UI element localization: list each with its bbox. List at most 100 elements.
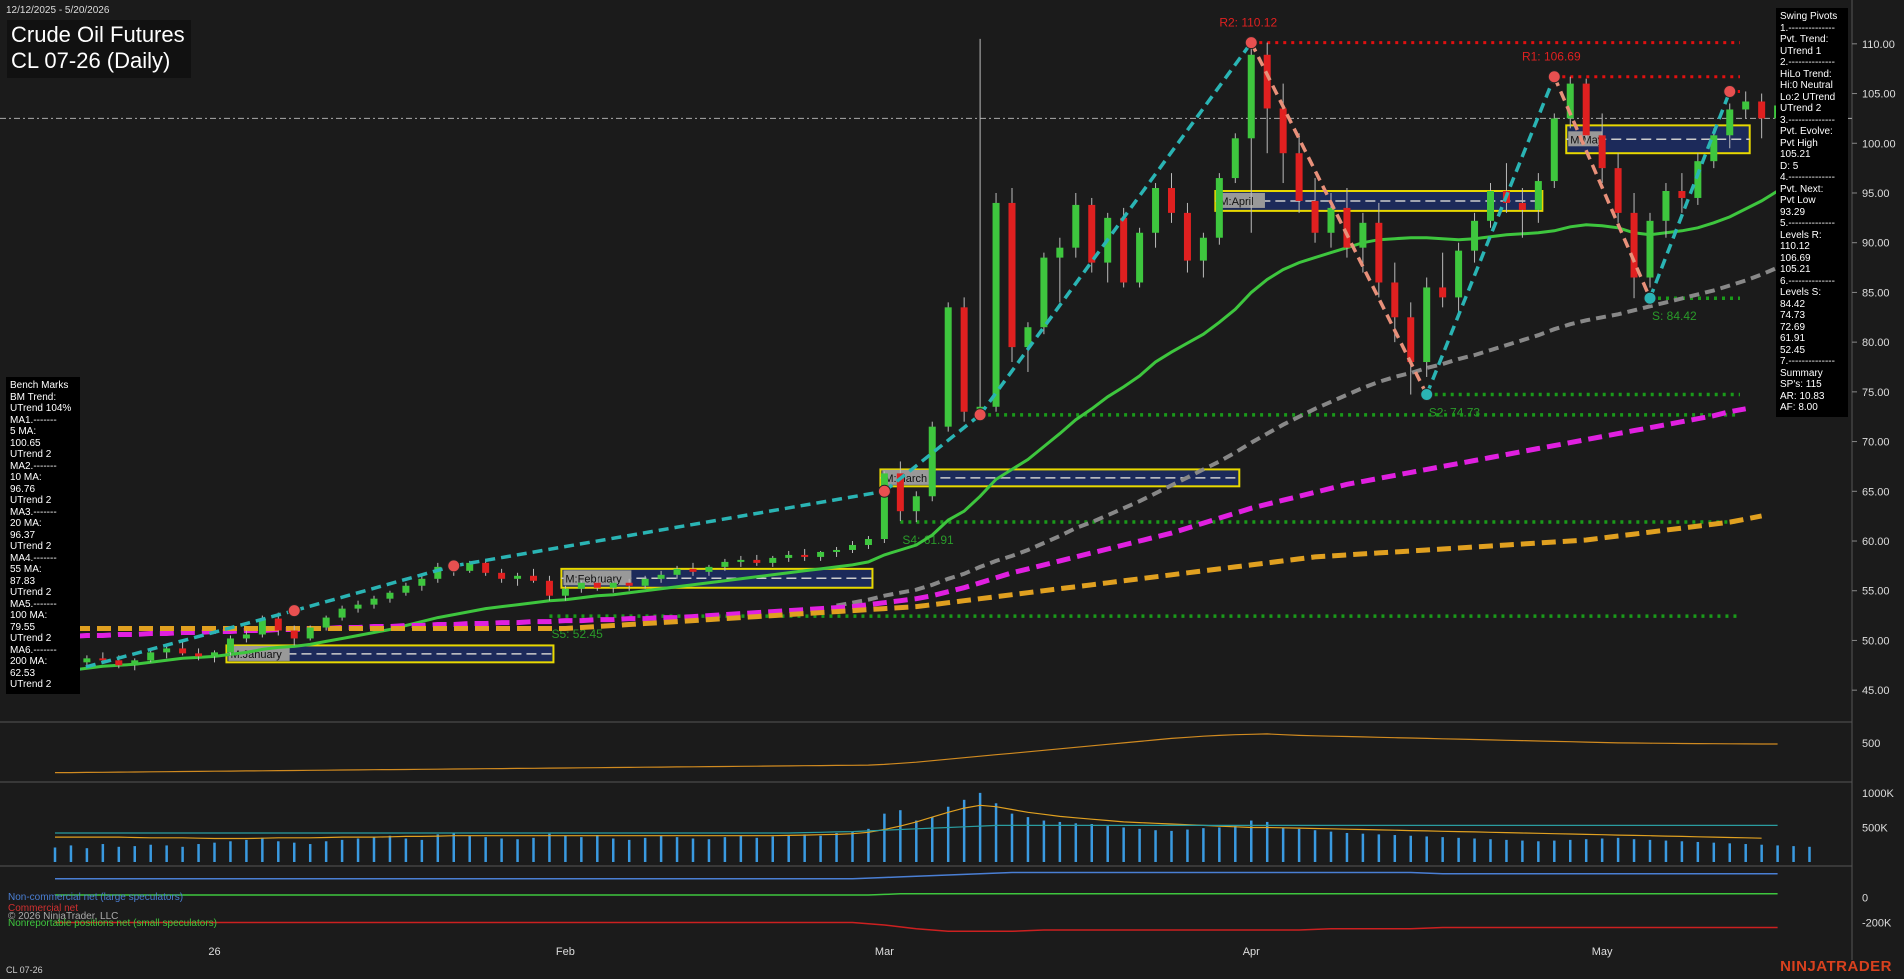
benchmark-line: Bench Marks: [10, 380, 69, 391]
candle-body: [1630, 212, 1638, 278]
candle-body: [1136, 232, 1144, 283]
candle-body: [1056, 247, 1064, 258]
y-tick-label: 100.00: [1862, 138, 1896, 150]
candle-body: [1215, 178, 1223, 238]
benchmark-line: UTrend 2: [10, 679, 52, 690]
swing-pivot-line: 2.--------------: [1780, 57, 1835, 68]
candle-body: [1199, 237, 1207, 261]
candle-body: [211, 652, 218, 657]
benchmark-line: 200 MA:: [10, 656, 48, 667]
candle-body: [1582, 83, 1590, 136]
candle-body: [1662, 190, 1670, 221]
candle-body: [131, 660, 139, 666]
candle-body: [1758, 101, 1766, 119]
x-tick-label: Apr: [1243, 946, 1260, 958]
swing-pivot-line: 52.45: [1780, 344, 1806, 356]
volume-tick-label: 500K: [1862, 822, 1888, 834]
volume-tick-label: 1000K: [1862, 788, 1894, 800]
benchmark-line: UTrend 2: [10, 541, 52, 552]
candle-body: [1247, 54, 1255, 139]
benchmark-line: 100.65: [10, 437, 41, 449]
benchmark-line: UTrend 104%: [10, 403, 72, 414]
chart-subtitle: CL 07-26 (Daily): [11, 48, 171, 73]
swing-pivot-line: Swing Pivots: [1780, 11, 1838, 22]
swing-pivot-line: Pvt. Trend:: [1780, 34, 1829, 45]
candle-body: [1327, 207, 1335, 233]
swing-pivot-marker: [287, 604, 301, 618]
y-tick-label: 85.00: [1862, 287, 1890, 299]
benchmark-line: 96.37: [10, 529, 36, 541]
candle-body: [482, 562, 490, 573]
benchmark-line: 62.53: [10, 667, 36, 679]
candle-body: [992, 202, 1000, 407]
candle-body: [1295, 153, 1303, 201]
monthly-box-label: M:April: [1219, 196, 1253, 208]
swing-pivot-line: Pvt Low: [1780, 195, 1816, 206]
candle-body: [593, 582, 601, 588]
legend-nonreportable: Nonreportable positions net (small specu…: [8, 918, 217, 929]
y-tick-label: 45.00: [1862, 685, 1890, 697]
benchmark-line: UTrend 2: [10, 633, 52, 644]
swing-pivot-line: 84.42: [1780, 298, 1806, 310]
candle-body: [306, 627, 314, 639]
candle-body: [801, 554, 809, 557]
candle-body: [1040, 257, 1048, 328]
swing-pivot-marker: [973, 408, 987, 422]
benchmark-line: UTrend 2: [10, 449, 52, 460]
swing-pivot-line: 3.--------------: [1780, 114, 1835, 126]
candle-body: [769, 557, 777, 563]
benchmark-line: 55 MA:: [10, 564, 42, 575]
candle-body: [673, 568, 681, 575]
candle-body: [689, 568, 697, 572]
candle-body: [1694, 161, 1702, 198]
candle-body: [1710, 135, 1718, 162]
candle-body: [928, 426, 936, 497]
candle-body: [514, 575, 522, 579]
candle-body: [163, 648, 171, 653]
x-tick-label: Mar: [875, 946, 894, 958]
candle-body: [577, 582, 585, 589]
benchmarks-panel: Bench Marks BM Trend: UTrend 104% MA1.-----…: [6, 377, 80, 694]
benchmark-line: MA6.-------: [10, 644, 57, 656]
candle-body: [721, 561, 729, 567]
swing-pivot-line: HiLo Trend:: [1780, 68, 1832, 80]
candle-body: [641, 578, 649, 586]
candle-body: [115, 660, 123, 666]
swing-pivot-line: 7.--------------: [1780, 356, 1835, 367]
benchmark-line: 100 MA:: [10, 610, 48, 621]
candle-body: [1407, 317, 1415, 363]
y-tick-label: 60.00: [1862, 536, 1890, 548]
candle-body: [880, 473, 888, 540]
candle-body: [561, 588, 569, 596]
y-tick-label: 65.00: [1862, 486, 1890, 498]
y-tick-label: 95.00: [1862, 188, 1890, 200]
legend-noncommercial: Non-commercial net (large speculators): [8, 892, 184, 903]
swing-pivots-panel: Swing Pivots 1.-------------- Pvt. Trend: U…: [1776, 8, 1848, 417]
y-tick-label: 105.00: [1862, 89, 1896, 101]
candle-body: [1168, 188, 1175, 213]
swing-pivot-line: 4.--------------: [1780, 172, 1835, 183]
candle-body: [1072, 204, 1080, 248]
candle-body: [1742, 101, 1750, 110]
support-label: S2: 74.73: [1429, 406, 1481, 420]
candle-body: [1311, 200, 1319, 233]
resistance-label: R2: 110.12: [1219, 16, 1277, 30]
candle-body: [1471, 220, 1479, 251]
candle-body: [147, 652, 155, 661]
benchmark-line: MA5.-------: [10, 598, 57, 610]
candle-body: [370, 598, 378, 605]
swing-pivot-marker: [1723, 84, 1737, 98]
swing-pivot-line: Levels S:: [1780, 287, 1822, 298]
candle-body: [418, 578, 426, 586]
candle-body: [545, 580, 553, 596]
swing-pivot-marker: [1420, 388, 1434, 402]
candle-body: [1439, 287, 1447, 298]
candle-body: [944, 307, 952, 427]
chart-window: 45.00 50.00 55.00 60.00 65.00 70.00 75.00 80.00…: [0, 0, 1904, 979]
benchmark-line: 5 MA:: [10, 426, 37, 437]
candle-body: [530, 575, 537, 581]
candle-body: [354, 604, 362, 609]
candle-body: [1678, 190, 1686, 198]
candle-body: [833, 549, 841, 552]
swing-pivot-line: 61.91: [1780, 333, 1806, 344]
